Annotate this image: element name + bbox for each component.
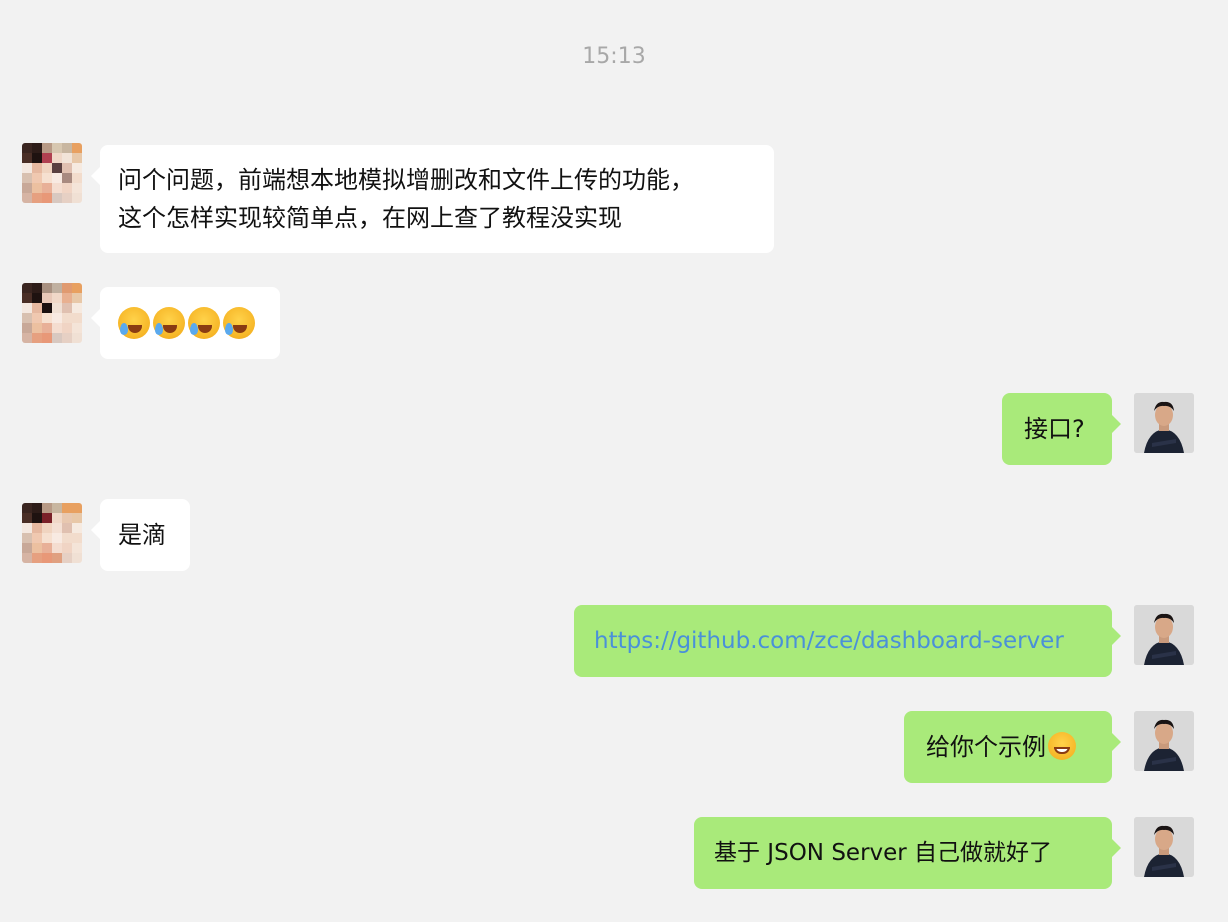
user-avatar[interactable] — [1134, 605, 1194, 665]
grinning-face-icon — [1048, 732, 1076, 760]
message-bubble-outgoing[interactable]: 基于 JSON Server 自己做就好了 — [694, 817, 1121, 889]
message-bubble-incoming[interactable] — [91, 287, 280, 359]
message-text: 这个怎样实现较简单点，在网上查了教程没实现 — [118, 204, 622, 232]
loudly-crying-face-icon — [223, 307, 255, 339]
user-avatar[interactable] — [1134, 393, 1194, 453]
loudly-crying-face-icon — [118, 307, 150, 339]
message-bubble-incoming[interactable]: 是滴 — [91, 499, 190, 571]
message-text: 接口? — [1024, 415, 1085, 443]
user-photo-icon — [1134, 817, 1194, 877]
message-text: 是滴 — [118, 521, 166, 549]
user-photo-icon — [1134, 393, 1194, 453]
chat-timestamp: 15:13 — [582, 44, 646, 69]
message-text: 基于 JSON Server 自己做就好了 — [714, 840, 1053, 866]
message-bubble-outgoing[interactable]: https://github.com/zce/dashboard-server — [574, 605, 1121, 677]
user-photo-icon — [1134, 711, 1194, 771]
user-avatar[interactable] — [1134, 711, 1194, 771]
message-bubble-outgoing[interactable]: 接口? — [1002, 393, 1121, 465]
message-bubble-incoming[interactable]: 问个问题，前端想本地模拟增删改和文件上传的功能， 这个怎样实现较简单点，在网上查… — [91, 145, 774, 253]
contact-avatar[interactable] — [22, 143, 82, 203]
user-avatar[interactable] — [1134, 817, 1194, 877]
contact-avatar[interactable] — [22, 503, 82, 563]
loudly-crying-face-icon — [153, 307, 185, 339]
user-photo-icon — [1134, 605, 1194, 665]
message-link[interactable]: https://github.com/zce/dashboard-server — [594, 628, 1064, 654]
message-text: 问个问题，前端想本地模拟增删改和文件上传的功能， — [118, 166, 694, 194]
message-bubble-outgoing[interactable]: 给你个示例 — [904, 711, 1121, 783]
message-text: 给你个示例 — [926, 733, 1046, 761]
contact-avatar[interactable] — [22, 283, 82, 343]
loudly-crying-face-icon — [188, 307, 220, 339]
